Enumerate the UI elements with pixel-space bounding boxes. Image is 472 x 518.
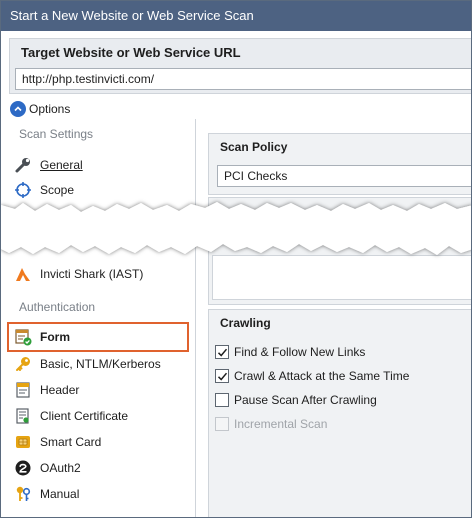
checkbox-label: Pause Scan After Crawling	[234, 393, 377, 407]
sidebar-item-label: Basic, NTLM/Kerberos	[40, 357, 161, 371]
scan-policy-title: Scan Policy	[220, 140, 288, 154]
sidebar-item-basic-ntlm-kerberos[interactable]: Basic, NTLM/Kerberos	[9, 352, 191, 376]
checkbox-label: Crawl & Attack at the Same Time	[234, 369, 410, 383]
sidebar-item-smart-card[interactable]: Smart Card	[9, 430, 191, 454]
sidebar-item-invicti-shark[interactable]: Invicti Shark (IAST)	[9, 262, 191, 286]
sidebar-item-client-certificate[interactable]: Client Certificate	[9, 404, 191, 428]
smart-card-icon	[13, 432, 33, 452]
crawling-panel: Crawling Find & Follow New Links Crawl &…	[208, 309, 471, 517]
certificate-icon	[13, 406, 33, 426]
key-icon	[13, 354, 33, 374]
options-toggle[interactable]: Options	[10, 100, 70, 118]
oauth2-icon	[13, 458, 33, 478]
sidebar-item-label: OAuth2	[40, 461, 81, 475]
authentication-heading: Authentication	[19, 300, 96, 314]
report-policy-title: ort Policy	[257, 208, 312, 222]
find-follow-links-checkbox[interactable]: Find & Follow New Links	[215, 345, 365, 359]
checkbox-unchecked	[215, 393, 229, 407]
checkbox-checked	[215, 345, 229, 359]
scan-dialog-window: Start a New Website or Web Service Scan …	[0, 0, 472, 518]
sidebar-item-label: Invicti Shark (IAST)	[40, 267, 144, 281]
report-policy-content	[212, 255, 471, 300]
report-policy-panel: ort Policy	[208, 197, 471, 305]
form-icon	[13, 327, 33, 347]
options-label: Options	[29, 102, 71, 116]
sidebar-item-label: General	[40, 158, 83, 172]
sidebar-item-general[interactable]: General	[9, 153, 191, 177]
scan-settings-heading: Scan Settings	[19, 127, 94, 141]
checkbox-label: Find & Follow New Links	[234, 345, 366, 359]
sidebar-item-label: Smart Card	[40, 435, 102, 449]
scan-policy-panel: Scan Policy PCI Checks	[208, 133, 471, 195]
sidebar-item-label: Scope	[40, 183, 75, 197]
sidebar-item-label: Header	[40, 383, 80, 397]
pause-after-crawling-checkbox[interactable]: Pause Scan After Crawling	[215, 393, 377, 407]
window-title: Start a New Website or Web Service Scan	[10, 8, 254, 23]
sidebar-item-header[interactable]: Header	[9, 378, 191, 402]
header-icon	[13, 380, 33, 400]
sidebar-item-label: Form	[40, 330, 70, 344]
settings-sidebar: Scan Settings General Scope Invicti Shar…	[1, 119, 196, 517]
sidebar-item-scope[interactable]: Scope	[9, 178, 191, 202]
target-url-section: Target Website or Web Service URL http:/…	[9, 38, 471, 94]
sidebar-item-form[interactable]: Form	[7, 322, 189, 352]
scan-policy-select[interactable]: PCI Checks	[217, 165, 471, 187]
crawl-attack-same-time-checkbox[interactable]: Crawl & Attack at the Same Time	[215, 369, 409, 383]
incremental-scan-checkbox: Incremental Scan	[215, 417, 327, 431]
sidebar-item-oauth2[interactable]: OAuth2	[9, 456, 191, 480]
target-icon	[13, 180, 33, 200]
window-title-bar[interactable]: Start a New Website or Web Service Scan	[1, 1, 471, 31]
crawling-title: Crawling	[220, 316, 271, 330]
checkbox-label: Incremental Scan	[234, 417, 328, 431]
chevron-up-icon	[10, 101, 26, 117]
wrench-icon	[13, 155, 33, 175]
target-url-label: Target Website or Web Service URL	[21, 45, 241, 60]
checkbox-checked	[215, 369, 229, 383]
shark-icon	[13, 264, 33, 284]
sidebar-item-label: Client Certificate	[40, 409, 129, 423]
sidebar-item-label: Manual	[40, 487, 80, 501]
checkbox-disabled	[215, 417, 229, 431]
sidebar-item-manual[interactable]: Manual	[9, 482, 191, 506]
manual-keys-icon	[13, 484, 33, 504]
target-url-input[interactable]: http://php.testinvicti.com/	[15, 68, 471, 90]
